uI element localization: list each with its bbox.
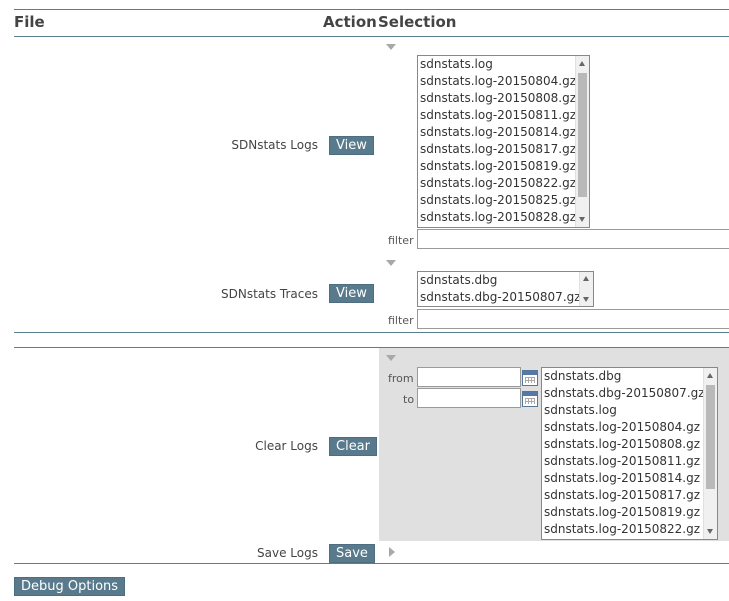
list-item[interactable]: sdnstats.log <box>542 402 717 419</box>
to-date-input[interactable] <box>417 388 521 408</box>
list-item[interactable]: sdnstats.log-20150808.gz <box>542 436 717 453</box>
scroll-down-icon[interactable] <box>707 529 713 534</box>
logs-filter-label: filter <box>388 234 414 247</box>
scroll-down-icon[interactable] <box>583 297 589 302</box>
calendar-icon[interactable] <box>522 391 538 407</box>
sdnstats-traces-listbox[interactable]: sdnstats.dbg sdnstats.dbg-20150807.gz <box>417 271 594 307</box>
save-logs-button[interactable]: Save <box>329 544 375 563</box>
list-item[interactable]: sdnstats.dbg <box>418 272 593 289</box>
scroll-down-icon[interactable] <box>579 217 585 222</box>
traces-listbox-scrollbar[interactable] <box>579 272 593 306</box>
list-item[interactable]: sdnstats.log <box>418 56 589 73</box>
traces-filter-input[interactable] <box>417 309 729 329</box>
list-item[interactable]: sdnstats.log-20150825.gz <box>418 192 589 209</box>
to-label: to <box>403 393 415 406</box>
list-item[interactable]: sdnstats.log-20150804.gz <box>418 73 589 90</box>
list-item[interactable]: sdnstats.log-20150811.gz <box>418 107 589 124</box>
list-item[interactable]: sdnstats.log-20150819.gz <box>542 504 717 521</box>
sdnstats-traces-label: SDNstats Traces <box>220 287 318 301</box>
clear-logs-button[interactable]: Clear <box>329 437 377 456</box>
list-item[interactable]: sdnstats.dbg <box>542 368 717 385</box>
view-logs-button[interactable]: View <box>329 136 374 155</box>
list-item[interactable]: sdnstats.log-20150817.gz <box>418 141 589 158</box>
clear-expand-toggle-icon[interactable] <box>386 355 396 361</box>
save-logs-label: Save Logs <box>257 546 318 560</box>
header-bottom-rule <box>14 36 729 37</box>
traces-filter-label: filter <box>388 314 414 327</box>
calendar-icon[interactable] <box>522 370 538 386</box>
sdnstats-logs-listbox[interactable]: sdnstats.log sdnstats.log-20150804.gz sdns… <box>417 55 590 228</box>
column-header-action: Action <box>323 13 377 31</box>
list-item[interactable]: sdnstats.log-20150828.gz <box>418 209 589 226</box>
logs-listbox-scrollbar[interactable] <box>575 56 589 227</box>
column-header-selection: Selection <box>378 13 457 31</box>
list-item[interactable]: sdnstats.log-20150814.gz <box>418 124 589 141</box>
list-item[interactable]: sdnstats.log-20150814.gz <box>542 470 717 487</box>
scrollbar-thumb[interactable] <box>706 385 715 489</box>
from-date-input[interactable] <box>417 367 521 387</box>
column-header-file: File <box>14 13 45 31</box>
section-divider-upper <box>14 332 729 333</box>
header-top-rule <box>14 9 729 10</box>
logs-filter-input[interactable] <box>417 229 729 249</box>
scroll-up-icon[interactable] <box>583 276 589 281</box>
save-expand-toggle-icon[interactable] <box>389 547 395 557</box>
footer-rule <box>14 563 729 564</box>
traces-expand-toggle-icon[interactable] <box>386 260 396 266</box>
scroll-up-icon[interactable] <box>707 373 713 378</box>
sdnstats-logs-label: SDNstats Logs <box>231 138 318 152</box>
clear-logs-label: Clear Logs <box>255 439 318 453</box>
scrollbar-thumb[interactable] <box>578 73 587 197</box>
clear-listbox-scrollbar[interactable] <box>703 368 717 539</box>
list-item[interactable]: sdnstats.log-20150819.gz <box>418 158 589 175</box>
list-item[interactable]: sdnstats.log-20150817.gz <box>542 487 717 504</box>
list-item[interactable]: sdnstats.log-20150804.gz <box>542 419 717 436</box>
clear-logs-listbox[interactable]: sdnstats.dbg sdnstats.dbg-20150807.gz sdns… <box>541 367 718 540</box>
list-item[interactable]: sdnstats.log-20150822.gz <box>542 521 717 538</box>
list-item[interactable]: sdnstats.log-20150808.gz <box>418 90 589 107</box>
list-item[interactable]: sdnstats.dbg-20150807.gz <box>418 289 593 306</box>
scroll-up-icon[interactable] <box>579 61 585 66</box>
from-label: from <box>388 372 414 385</box>
list-item[interactable]: sdnstats.log-20150822.gz <box>418 175 589 192</box>
view-traces-button[interactable]: View <box>329 284 374 303</box>
debug-options-button[interactable]: Debug Options <box>14 577 126 596</box>
list-item[interactable]: sdnstats.dbg-20150807.gz <box>542 385 717 402</box>
logs-expand-toggle-icon[interactable] <box>386 44 396 50</box>
list-item[interactable]: sdnstats.log-20150811.gz <box>542 453 717 470</box>
